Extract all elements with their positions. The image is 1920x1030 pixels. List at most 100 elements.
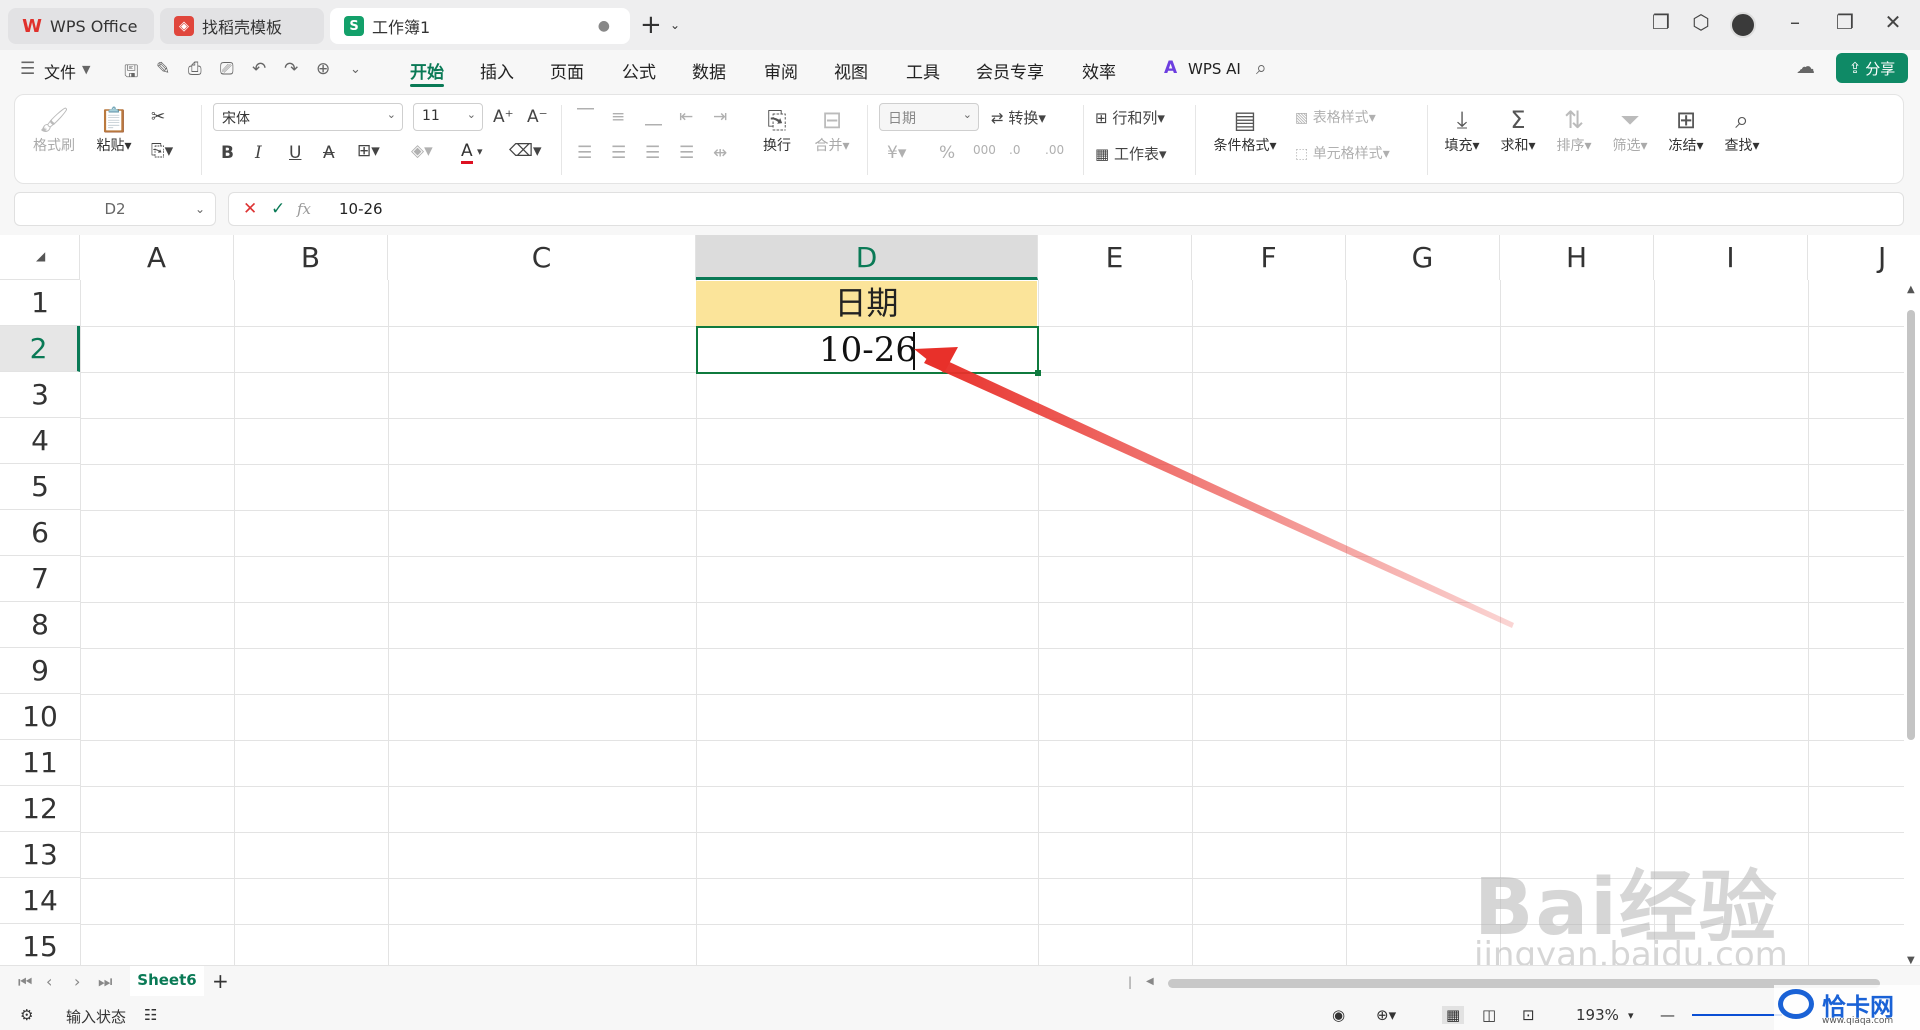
row-header-9[interactable]: 9 — [0, 648, 80, 694]
font-size-select[interactable]: 11 ⌄ — [413, 103, 483, 131]
align-center-icon[interactable]: ☰ — [611, 143, 626, 163]
zoom-level[interactable]: 193% — [1576, 1006, 1619, 1024]
align-right-icon[interactable]: ☰ — [645, 143, 660, 163]
row-header-6[interactable]: 6 — [0, 510, 80, 556]
fill-button[interactable]: ⤓ 填充▾ — [1439, 105, 1485, 155]
function-icon[interactable]: fx — [297, 193, 311, 225]
row-header-4[interactable]: 4 — [0, 418, 80, 464]
row-header-10[interactable]: 10 — [0, 694, 80, 740]
last-sheet-icon[interactable]: ⏭ — [98, 972, 112, 992]
fill-color-icon[interactable]: ◈▾ — [411, 141, 433, 161]
formula-input[interactable]: 10-26 — [339, 193, 383, 225]
align-middle-icon[interactable]: ≡ — [611, 107, 625, 127]
cell-d1[interactable]: 日期 — [696, 281, 1037, 326]
new-doc-icon[interactable]: ⊕ — [316, 59, 330, 79]
indent-increase-icon[interactable]: ⇥ — [713, 107, 727, 127]
new-tab-icon[interactable]: + — [640, 10, 662, 40]
search-icon[interactable]: ⌕ — [1256, 57, 1267, 79]
column-header-c[interactable]: C — [388, 235, 696, 280]
menu-review[interactable]: 审阅 — [764, 58, 798, 83]
doc-info-icon[interactable]: ☷ — [144, 1006, 157, 1024]
cell-style-button[interactable]: ⬚ 单元格样式▾ — [1295, 143, 1390, 163]
chevron-down-icon[interactable]: ⌄ — [195, 193, 205, 225]
cell-d2-active[interactable]: 10-26 — [696, 326, 1041, 376]
column-header-h[interactable]: H — [1500, 235, 1654, 280]
first-sheet-icon[interactable]: ⏮ — [18, 972, 32, 992]
wrap-button[interactable]: ⎘ 换行 — [755, 105, 799, 155]
eye-icon[interactable]: ◉ — [1332, 1006, 1345, 1024]
chevron-down-icon[interactable]: ⌄ — [670, 18, 680, 32]
freeze-button[interactable]: ⊞ 冻结▾ — [1663, 105, 1709, 155]
vertical-scrollbar[interactable]: ▲ ▼ — [1904, 280, 1920, 965]
currency-icon[interactable]: ¥▾ — [887, 143, 906, 163]
menu-view[interactable]: 视图 — [834, 58, 868, 83]
cut-icon[interactable]: ✂ — [151, 107, 165, 127]
redo-icon[interactable]: ↷ — [284, 59, 298, 79]
prev-sheet-icon[interactable]: ‹ — [46, 972, 52, 991]
window-mode-icon[interactable]: ❐ — [1646, 10, 1676, 34]
conditional-format-button[interactable]: ▤ 条件格式▾ — [1207, 105, 1283, 155]
menu-tools[interactable]: 工具 — [906, 58, 940, 83]
menu-formula[interactable]: 公式 — [622, 58, 656, 83]
convert-button[interactable]: ⇄ 转换▾ — [991, 107, 1046, 128]
justify-icon[interactable]: ☰ — [679, 143, 694, 163]
next-sheet-icon[interactable]: › — [74, 972, 80, 991]
table-style-button[interactable]: ▧ 表格样式▾ — [1295, 107, 1376, 127]
row-header-7[interactable]: 7 — [0, 556, 80, 602]
tab-template[interactable]: ◈ 找稻壳模板 — [160, 8, 324, 44]
unsaved-dot-icon[interactable]: ● — [598, 18, 610, 34]
chevron-down-icon[interactable]: ⌄ — [350, 62, 361, 77]
save-icon[interactable]: 🖫 — [124, 59, 138, 88]
decimal-increase-icon[interactable]: .0 — [1009, 143, 1020, 157]
tab-wps-office[interactable]: W WPS Office — [8, 8, 154, 44]
clear-format-icon[interactable]: ⌫▾ — [509, 141, 542, 161]
column-header-j[interactable]: J — [1808, 235, 1920, 280]
copy-icon[interactable]: ⎘▾ — [151, 141, 173, 161]
sum-button[interactable]: Σ 求和▾ — [1495, 105, 1541, 155]
file-menu[interactable]: 文件 — [44, 59, 76, 83]
page-layout-icon[interactable]: ◫ — [1482, 1006, 1496, 1024]
confirm-icon[interactable]: ✓ — [271, 193, 285, 225]
wps-ai-button[interactable]: WPS AI — [1188, 60, 1241, 78]
row-header-1[interactable]: 1 — [0, 280, 80, 326]
row-header-14[interactable]: 14 — [0, 878, 80, 924]
decimal-decrease-icon[interactable]: .00 — [1045, 143, 1064, 157]
print-icon[interactable]: ⎙ — [188, 59, 202, 79]
add-sheet-icon[interactable]: + — [212, 969, 229, 993]
bold-icon[interactable]: B — [221, 143, 234, 163]
chevron-down-icon[interactable]: ▾ — [1628, 1009, 1634, 1022]
fill-handle[interactable] — [1035, 370, 1041, 376]
column-header-d[interactable]: D — [696, 235, 1038, 280]
menu-data[interactable]: 数据 — [692, 58, 726, 83]
undo-icon[interactable]: ↶ — [252, 59, 266, 79]
scroll-left-icon[interactable]: ◀ — [1146, 976, 1154, 987]
share-button[interactable]: ⇪ 分享 — [1836, 53, 1908, 83]
tab-workbook[interactable]: S 工作簿1 ● — [330, 8, 630, 44]
sort-button[interactable]: ⇅ 排序▾ — [1551, 105, 1597, 155]
column-header-e[interactable]: E — [1038, 235, 1192, 280]
row-header-3[interactable]: 3 — [0, 372, 80, 418]
scroll-down-icon[interactable]: ▼ — [1907, 955, 1915, 965]
brush-icon[interactable]: ✎ — [156, 59, 170, 79]
chevron-down-icon[interactable]: ▾ — [477, 145, 483, 158]
find-button[interactable]: ⌕ 查找▾ — [1719, 105, 1765, 155]
merge-button[interactable]: ⊟ 合并▾ — [807, 105, 857, 155]
cloud-upload-icon[interactable]: ☁ — [1796, 56, 1815, 78]
sheet-tab-sheet6[interactable]: Sheet6 — [130, 966, 204, 996]
align-top-icon[interactable]: ⎺ — [577, 107, 594, 127]
underline-icon[interactable]: U — [289, 143, 301, 163]
cancel-icon[interactable]: ✕ — [243, 193, 257, 225]
menu-icon[interactable]: ☰ — [20, 59, 35, 79]
align-left-icon[interactable]: ☰ — [577, 143, 592, 163]
preview-icon[interactable]: ⎚ — [220, 59, 234, 79]
paste-button[interactable]: 📋 粘贴▾ — [91, 105, 137, 155]
select-all-corner[interactable]: ◢ — [0, 235, 80, 280]
column-header-i[interactable]: I — [1654, 235, 1808, 280]
normal-view-icon[interactable]: ▦ — [1442, 1006, 1465, 1024]
menu-insert[interactable]: 插入 — [480, 58, 514, 83]
close-icon[interactable]: ✕ — [1878, 10, 1908, 34]
column-header-a[interactable]: A — [80, 235, 234, 280]
font-color-icon[interactable]: A — [461, 141, 473, 164]
menu-page[interactable]: 页面 — [550, 58, 584, 83]
row-header-2[interactable]: 2 — [0, 326, 80, 372]
